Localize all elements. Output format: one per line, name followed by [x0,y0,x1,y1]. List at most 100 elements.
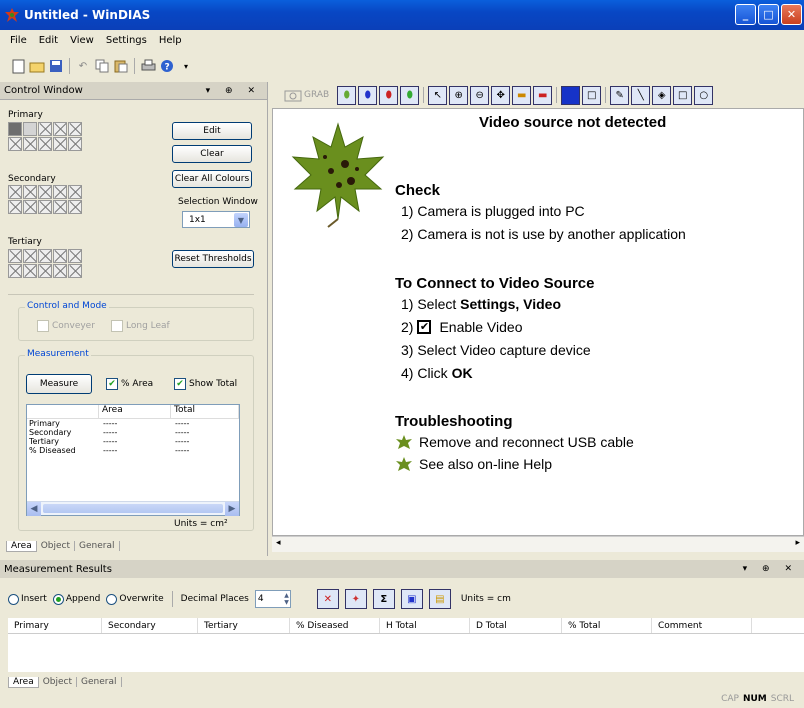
color-swatch[interactable] [23,122,37,136]
print-icon[interactable] [140,58,156,74]
empty-swatch[interactable] [53,249,67,263]
empty-swatch[interactable] [68,264,82,278]
empty-swatch[interactable] [53,200,67,214]
pencil-icon[interactable]: ✎ [610,85,630,105]
radio-circle[interactable] [8,593,19,605]
empty-swatch[interactable] [23,264,37,278]
new-file-icon[interactable] [10,58,26,74]
radio-circle[interactable] [52,593,64,605]
empty-swatch[interactable] [53,137,67,151]
empty-swatch[interactable] [38,200,52,214]
empty-swatch[interactable] [23,137,37,151]
scroll-left-icon[interactable]: ◀ [27,502,41,516]
close-button[interactable]: ✕ [781,4,802,25]
tab-general[interactable]: General [75,541,120,551]
empty-swatch[interactable] [38,264,52,278]
maximize-button[interactable]: □ [758,4,779,25]
save-icon[interactable] [48,58,64,74]
empty-swatch[interactable] [53,185,67,199]
decimal-places-spinner[interactable]: 4 ▲ ▼ [254,590,291,608]
video-horizontal-scrollbar[interactable]: ◂ ▸ [272,536,804,552]
clear-leaf-icon[interactable]: ✦ [344,589,367,609]
green-leaf-icon[interactable]: ⬮ [400,85,420,105]
toolbar-overflow-icon[interactable]: ▾ [178,58,194,74]
chevron-down-icon[interactable]: ▼ [234,213,248,227]
reset-thresholds-button[interactable]: Reset Thresholds [172,250,254,268]
tab-area[interactable]: Area [8,676,39,688]
empty-swatch[interactable] [8,200,22,214]
overwrite-radio[interactable]: Overwrite [106,593,164,605]
scroll-right-icon[interactable]: ▶ [225,502,239,516]
empty-swatch[interactable] [68,185,82,199]
open-folder-icon[interactable] [29,58,45,74]
clear-all-colours-button[interactable]: Clear All Colours [172,170,252,188]
empty-swatch[interactable] [68,122,82,136]
blue-leaf-icon[interactable]: ⬮ [358,85,378,105]
notes-icon[interactable]: ▤ [428,589,451,609]
menu-edit[interactable]: Edit [39,35,58,46]
delete-icon[interactable]: ✕ [316,589,339,609]
line-icon[interactable]: ╲ [631,85,651,105]
color-bar-icon[interactable]: ▬ [533,85,553,105]
empty-swatch[interactable] [38,185,52,199]
checkmark-icon[interactable]: ✔ [174,378,186,390]
rectangle-icon[interactable]: □ [673,85,693,105]
ruler-icon[interactable]: ▬ [512,85,532,105]
menu-help[interactable]: Help [159,35,182,46]
pan-icon[interactable]: ✥ [491,85,511,105]
empty-swatch[interactable] [23,185,37,199]
append-radio[interactable]: Append [52,593,100,605]
tab-general[interactable]: General [77,677,122,687]
fill-bucket-icon[interactable]: ◈ [652,85,672,105]
long-leaf-checkbox[interactable]: Long Leaf [111,320,170,332]
percent-area-checkbox[interactable]: ✔ % Area [106,378,153,390]
help-icon[interactable]: ? [159,58,175,74]
scroll-left-icon[interactable]: ◂ [276,538,281,548]
empty-swatch[interactable] [38,249,52,263]
checkbox-box[interactable] [111,320,123,332]
conveyer-checkbox[interactable]: Conveyer [37,320,95,332]
rectangle-select-icon[interactable]: □ [582,85,602,105]
clear-button[interactable]: Clear [172,145,252,163]
sum-icon[interactable]: Σ [372,589,395,609]
empty-swatch[interactable] [68,200,82,214]
scroll-right-icon[interactable]: ▸ [795,538,800,548]
fill-blue-icon[interactable] [561,85,581,105]
checkbox-box[interactable] [37,320,49,332]
pointer-icon[interactable]: ↖ [428,85,448,105]
minimize-button[interactable]: _ [735,4,756,25]
zoom-in-icon[interactable]: ⊕ [449,85,469,105]
zoom-out-icon[interactable]: ⊖ [470,85,490,105]
menu-settings[interactable]: Settings [106,35,147,46]
empty-swatch[interactable] [68,137,82,151]
empty-swatch[interactable] [53,264,67,278]
selection-window-select[interactable]: 1x1 ▼ [182,211,250,228]
insert-radio[interactable]: Insert [8,593,47,605]
empty-swatch[interactable] [8,185,22,199]
empty-swatch[interactable] [53,122,67,136]
empty-swatch[interactable] [23,200,37,214]
undo-icon[interactable]: ↶ [75,58,91,74]
scroll-thumb[interactable] [43,504,223,513]
ellipse-icon[interactable]: ○ [694,85,714,105]
red-leaf-icon[interactable]: ⬮ [379,85,399,105]
save-icon[interactable]: ▣ [400,589,423,609]
edit-button[interactable]: Edit [172,122,252,140]
green-leaf-icon[interactable]: ⬮ [337,85,357,105]
horizontal-scrollbar[interactable]: ◀ ▶ [27,501,239,516]
empty-swatch[interactable] [8,137,22,151]
empty-swatch[interactable] [23,249,37,263]
empty-swatch[interactable] [38,137,52,151]
paste-icon[interactable] [113,58,129,74]
menu-file[interactable]: File [10,35,27,46]
copy-icon[interactable] [94,58,110,74]
checkmark-icon[interactable]: ✔ [106,378,118,390]
tab-area[interactable]: Area [6,540,37,552]
measure-button[interactable]: Measure [26,374,92,394]
grab-button[interactable]: GRAB [284,88,329,102]
empty-swatch[interactable] [8,249,22,263]
panel-controls[interactable]: ▾ ⊕ ✕ [743,564,798,574]
tab-object[interactable]: Object [39,677,78,687]
tab-object[interactable]: Object [37,541,76,551]
show-total-checkbox[interactable]: ✔ Show Total [174,378,237,390]
